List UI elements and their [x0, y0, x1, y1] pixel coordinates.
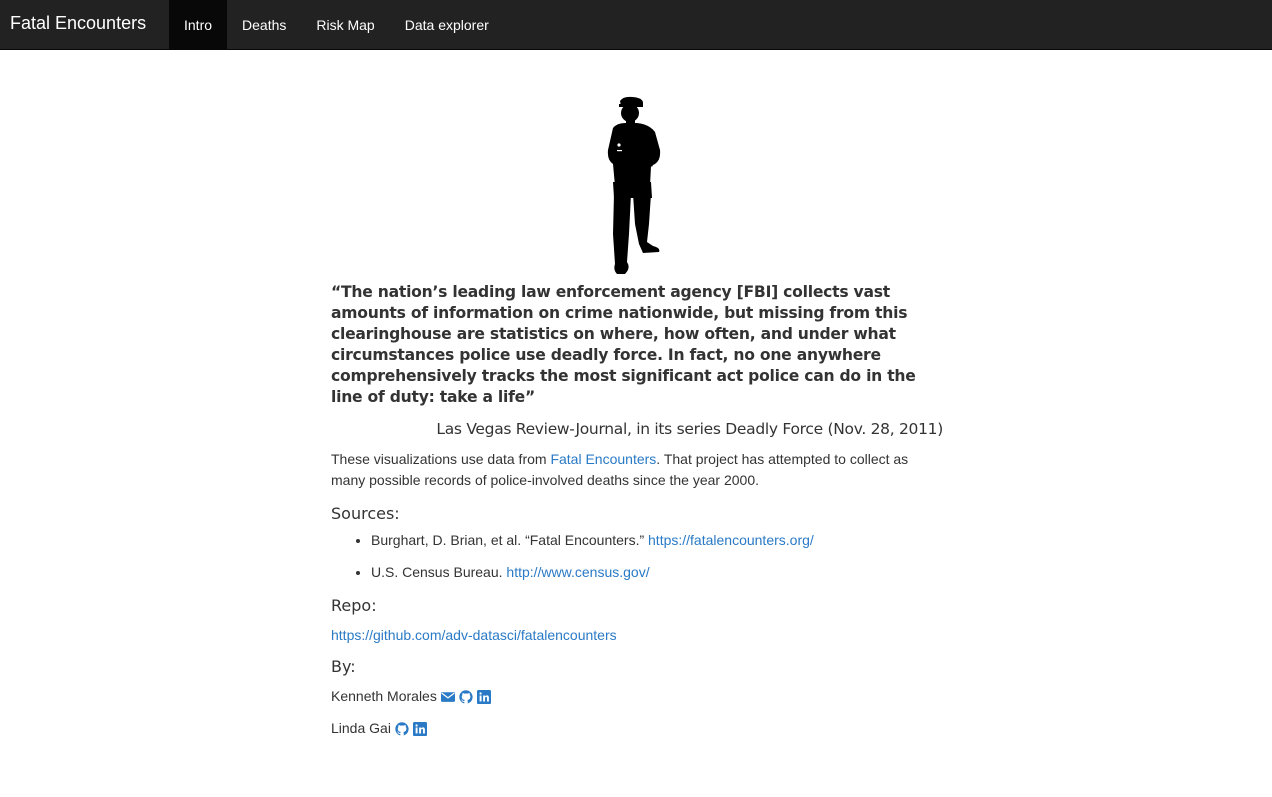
tab-risk-map[interactable]: Risk Map	[301, 0, 389, 50]
quote-source: Las Vegas Review-Journal, in its series …	[436, 420, 943, 438]
nav-tabs: Intro Deaths Risk Map Data explorer	[169, 0, 504, 50]
source-citation: Burghart, D. Brian, et al. “Fatal Encoun…	[371, 532, 649, 548]
author-name: Linda Gai	[331, 720, 391, 736]
source-item: U.S. Census Bureau. http://www.census.go…	[371, 562, 943, 583]
source-link[interactable]: http://www.census.gov/	[506, 564, 649, 580]
quote-text: “The nation’s leading law enforcement ag…	[331, 283, 916, 406]
author-name: Kenneth Morales	[331, 688, 437, 704]
police-officer-silhouette-image	[607, 96, 661, 274]
sources-heading: Sources:	[331, 504, 400, 523]
quote-block: “The nation’s leading law enforcement ag…	[331, 282, 943, 440]
author-row: Linda Gai	[331, 718, 943, 739]
source-link[interactable]: https://fatalencounters.org/	[648, 532, 814, 548]
sources-list: Burghart, D. Brian, et al. “Fatal Encoun…	[331, 530, 943, 583]
repo-link-row: https://github.com/adv-datasci/fatalenco…	[331, 625, 943, 646]
tab-deaths[interactable]: Deaths	[227, 0, 301, 50]
author-row: Kenneth Morales	[331, 686, 943, 707]
source-item: Burghart, D. Brian, et al. “Fatal Encoun…	[371, 530, 943, 551]
repo-link[interactable]: https://github.com/adv-datasci/fatalenco…	[331, 627, 617, 643]
linkedin-icon[interactable]	[412, 721, 427, 736]
fatal-encounters-link[interactable]: Fatal Encounters	[550, 451, 656, 467]
github-icon[interactable]	[395, 721, 409, 736]
brand-link[interactable]: Fatal Encounters	[10, 13, 146, 34]
tab-data-explorer[interactable]: Data explorer	[390, 0, 504, 50]
tab-intro[interactable]: Intro	[169, 0, 228, 50]
linkedin-icon[interactable]	[476, 689, 491, 704]
github-icon[interactable]	[459, 689, 473, 704]
top-navbar: Fatal Encounters Intro Deaths Risk Map D…	[0, 0, 1272, 50]
source-citation: U.S. Census Bureau.	[371, 564, 507, 580]
main-content: “The nation’s leading law enforcement ag…	[331, 90, 943, 739]
figure-container	[331, 90, 943, 280]
envelope-icon[interactable]	[440, 690, 455, 704]
repo-heading: Repo:	[331, 596, 377, 615]
intro-text-before: These visualizations use data from	[331, 451, 551, 467]
by-heading: By:	[331, 657, 356, 676]
intro-paragraph: These visualizations use data from Fatal…	[331, 449, 943, 491]
